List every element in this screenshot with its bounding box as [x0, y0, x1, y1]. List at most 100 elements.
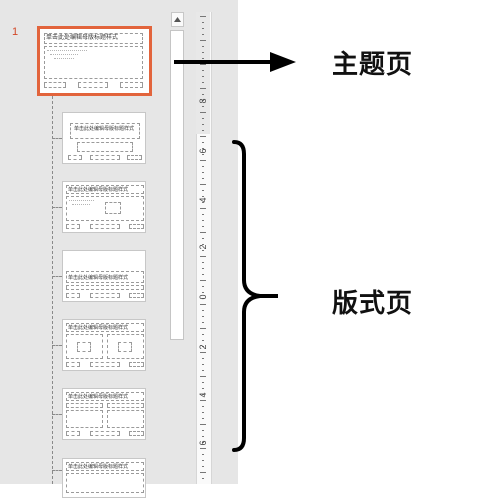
ruler-label: 2	[198, 244, 208, 250]
layout-connector	[52, 414, 62, 415]
footer-placeholder	[78, 82, 108, 88]
layout-thumbnail-two-content[interactable]: 单击此处编辑母版标题样式	[62, 319, 146, 371]
date-placeholder	[66, 293, 80, 298]
ruler-tick	[202, 436, 204, 437]
right-content-placeholder	[107, 410, 144, 428]
ruler-tick	[202, 406, 204, 407]
date-placeholder	[66, 224, 80, 229]
ruler-tick	[200, 328, 206, 329]
insert-object-icon	[105, 202, 121, 214]
insert-object-icon	[118, 342, 132, 352]
ruler-tick	[202, 454, 204, 455]
title-placeholder	[66, 323, 144, 332]
ruler-tick	[200, 16, 206, 17]
date-placeholder	[44, 82, 66, 88]
ruler-tick	[202, 286, 204, 287]
subtitle-placeholder	[77, 142, 133, 152]
ruler-label: 6	[198, 440, 208, 446]
footer-placeholder	[90, 155, 120, 160]
slide-number-placeholder	[129, 293, 144, 298]
ruler-tick	[202, 238, 204, 239]
ruler-tick	[200, 400, 206, 401]
ruler-tick	[202, 22, 204, 23]
content-placeholder	[66, 473, 144, 493]
insert-object-icon	[77, 342, 91, 352]
scrollbar-thumb[interactable]	[170, 30, 184, 340]
layout-annotation-label: 版式页	[332, 289, 414, 319]
ruler-tick	[202, 118, 204, 119]
slide-number-placeholder	[129, 362, 144, 367]
ruler-tick	[200, 88, 206, 89]
master-slide-thumbnail[interactable]: 单击此处编辑母版标题样式	[37, 26, 152, 96]
ruler-tick	[202, 430, 204, 431]
slide-number-placeholder	[129, 224, 144, 229]
ruler-tick	[200, 304, 206, 305]
ruler-tick	[202, 46, 204, 47]
ruler-tick	[202, 268, 204, 269]
footer-placeholder	[90, 224, 120, 229]
ruler-tick	[202, 130, 204, 131]
ruler-tick	[202, 274, 204, 275]
ruler-tick	[200, 232, 206, 233]
ruler-tick	[200, 136, 206, 137]
ruler-tick	[200, 424, 206, 425]
ruler-label: 8	[198, 98, 208, 104]
title-placeholder	[44, 33, 143, 44]
ruler-tick	[202, 466, 204, 467]
title-placeholder	[66, 392, 144, 401]
chevron-up-icon	[174, 17, 181, 22]
ruler-tick	[200, 472, 206, 473]
bullet-line	[54, 58, 74, 59]
ruler-tick	[202, 388, 204, 389]
date-placeholder	[66, 431, 80, 436]
master-annotation-label: 主题页	[332, 50, 414, 80]
ruler-tick	[202, 178, 204, 179]
ruler-tick	[202, 190, 204, 191]
ruler-tick	[200, 160, 206, 161]
layout-thumbnail-comparison[interactable]: 单击此处编辑母版标题样式	[62, 388, 146, 440]
title-placeholder	[66, 271, 144, 283]
ruler-tick	[202, 166, 204, 167]
layout-thumbnail-title-slide[interactable]: 单击此处编辑母版标题样式	[62, 112, 146, 164]
ruler-tick	[202, 28, 204, 29]
layout-thumbnail-title-only[interactable]: 单击此处编辑母版标题样式	[62, 458, 146, 498]
ruler-tick	[202, 460, 204, 461]
layout-thumbnail-title-content[interactable]: 单击此处编辑母版标题样式	[62, 181, 146, 233]
slide-number: 1	[12, 26, 19, 38]
layout-connector	[52, 138, 62, 139]
ruler-tick	[202, 418, 204, 419]
ruler-tick	[202, 310, 204, 311]
right-heading-placeholder	[107, 403, 144, 408]
ruler-tick	[200, 208, 206, 209]
footer-placeholder	[90, 293, 120, 298]
bullet-line	[50, 54, 78, 55]
left-content-placeholder	[66, 410, 103, 428]
footer-placeholder	[90, 362, 120, 367]
layout-thumbnail-section-header[interactable]: 单击此处编辑母版标题样式	[62, 250, 146, 302]
layout-connector	[52, 207, 62, 208]
ruler-tick	[200, 352, 206, 353]
footer-placeholder	[90, 431, 120, 436]
ruler-tick	[202, 334, 204, 335]
date-placeholder	[68, 155, 82, 160]
slide-number-placeholder	[127, 155, 142, 160]
ruler-tick	[202, 94, 204, 95]
scroll-up-button[interactable]	[171, 12, 184, 27]
ruler-tick	[202, 226, 204, 227]
ruler-tick	[202, 358, 204, 359]
layout-connector	[52, 276, 62, 277]
ruler-tick	[200, 376, 206, 377]
layout-connector	[52, 345, 62, 346]
ruler-label: 4	[198, 392, 208, 398]
ruler-tick	[202, 220, 204, 221]
date-placeholder	[66, 362, 80, 367]
ruler-tick	[202, 142, 204, 143]
ruler-tick	[200, 280, 206, 281]
ruler-tick	[202, 172, 204, 173]
title-placeholder	[70, 123, 140, 139]
ruler-tick	[202, 322, 204, 323]
ruler-tick	[200, 112, 206, 113]
right-brace-icon	[232, 140, 278, 452]
ruler-tick	[202, 364, 204, 365]
bullet-line	[69, 200, 94, 201]
